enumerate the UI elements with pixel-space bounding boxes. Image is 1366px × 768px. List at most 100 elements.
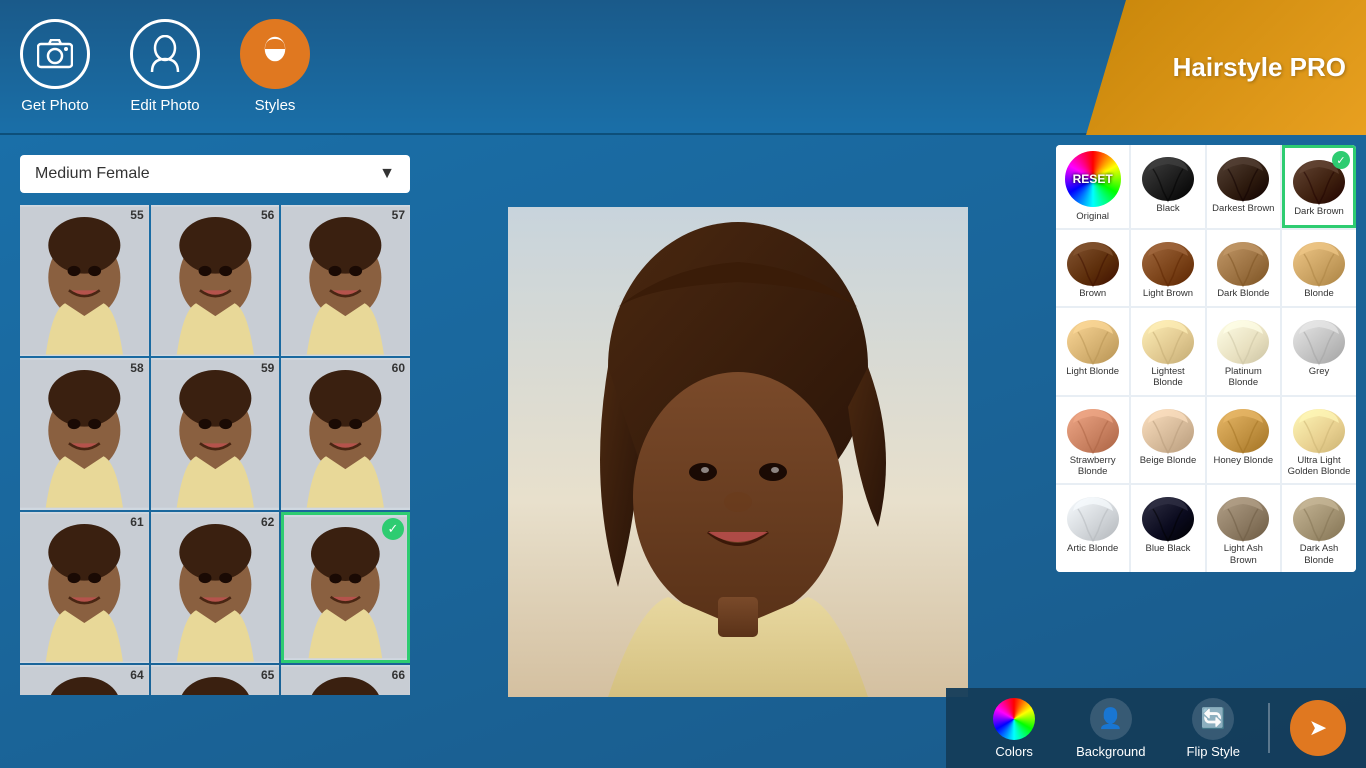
preview-box: [508, 207, 968, 697]
save-icon: ➤: [1309, 715, 1327, 741]
color-swatch-light-blonde[interactable]: Light Blonde: [1056, 308, 1129, 395]
nav-item-get-photo[interactable]: Get Photo: [20, 19, 90, 114]
style-item[interactable]: 65: [151, 665, 280, 695]
swatch-label: Dark Brown: [1294, 206, 1344, 217]
flip-style-button[interactable]: 🔄 Flip Style: [1169, 690, 1258, 767]
swatch-label: Honey Blonde: [1213, 455, 1273, 466]
color-swatch-artic-blonde[interactable]: Artic Blonde: [1056, 485, 1129, 572]
color-swatch-light-ash-brown[interactable]: Light Ash Brown: [1207, 485, 1280, 572]
nav-item-styles[interactable]: Styles: [240, 19, 310, 114]
hair-swatch-image: [1213, 151, 1273, 203]
header: Get Photo Edit Photo Styles Hairstyle PRO: [0, 0, 1366, 135]
color-swatch-dark-brown[interactable]: Dark Brown ✓: [1282, 145, 1356, 228]
hair-swatch-image: [1213, 314, 1273, 366]
style-number: 59: [261, 361, 274, 375]
reset-icon: RESET: [1065, 151, 1121, 207]
style-item[interactable]: 64: [20, 665, 149, 695]
edit-photo-icon: [130, 19, 200, 89]
swatch-label: Blue Black: [1146, 543, 1191, 554]
save-button[interactable]: ➤: [1290, 700, 1346, 756]
hair-swatch-image: [1213, 403, 1273, 455]
nav-item-edit-photo[interactable]: Edit Photo: [130, 19, 200, 114]
swatch-label: Grey: [1309, 366, 1330, 377]
main-content: Medium Female ▼ 55 56: [0, 135, 1366, 768]
swatch-label: Light Blonde: [1066, 366, 1119, 377]
background-label: Background: [1076, 744, 1145, 759]
hair-swatch-image: [1213, 491, 1273, 543]
get-photo-label: Get Photo: [21, 97, 89, 114]
hair-swatch-image: [1289, 314, 1349, 366]
style-item[interactable]: ✓: [281, 512, 410, 663]
style-number: 65: [261, 668, 274, 682]
center-panel: [430, 135, 1046, 768]
left-panel: Medium Female ▼ 55 56: [0, 135, 430, 768]
dropdown-label: Medium Female: [35, 165, 150, 183]
edit-photo-label: Edit Photo: [130, 97, 199, 114]
color-checkmark: ✓: [1332, 151, 1350, 169]
bottom-bar: Colors 👤 Background 🔄 Flip Style ➤: [946, 688, 1366, 768]
color-swatch-ultra-light-golden-blonde[interactable]: Ultra Light Golden Blonde: [1282, 397, 1356, 484]
color-swatch-strawberry-blonde[interactable]: Strawberry Blonde: [1056, 397, 1129, 484]
hair-swatch-image: [1138, 491, 1198, 543]
colors-button[interactable]: Colors: [975, 690, 1053, 767]
color-swatch-dark-blonde[interactable]: Dark Blonde: [1207, 230, 1280, 305]
swatch-label: Darkest Brown: [1212, 203, 1274, 214]
preview-image: [508, 207, 968, 697]
style-dropdown[interactable]: Medium Female ▼: [20, 155, 410, 193]
color-swatch-grey[interactable]: Grey: [1282, 308, 1356, 395]
color-swatch-blonde[interactable]: Blonde: [1282, 230, 1356, 305]
style-item[interactable]: 55: [20, 205, 149, 356]
hair-swatch-image: [1138, 314, 1198, 366]
color-swatch-light-brown[interactable]: Light Brown: [1131, 230, 1204, 305]
hair-swatch-image: [1289, 403, 1349, 455]
style-number: 60: [392, 361, 405, 375]
style-item[interactable]: 60: [281, 358, 410, 509]
logo-area: Hairstyle PRO: [1086, 0, 1366, 135]
swatch-label: Black: [1156, 203, 1179, 214]
swatch-label: Blonde: [1304, 288, 1334, 299]
swatch-label: Brown: [1079, 288, 1106, 299]
get-photo-icon: [20, 19, 90, 89]
color-swatch-honey-blonde[interactable]: Honey Blonde: [1207, 397, 1280, 484]
swatch-label: Platinum Blonde: [1211, 366, 1276, 389]
color-swatch-lightest-blonde[interactable]: Lightest Blonde: [1131, 308, 1204, 395]
color-swatch-brown[interactable]: Brown: [1056, 230, 1129, 305]
style-number: 62: [261, 515, 274, 529]
color-swatch-platinum-blonde[interactable]: Platinum Blonde: [1207, 308, 1280, 395]
color-swatch-dark-ash-blonde[interactable]: Dark Ash Blonde: [1282, 485, 1356, 572]
flip-style-icon: 🔄: [1192, 698, 1234, 740]
hair-swatch-image: [1289, 236, 1349, 288]
style-item[interactable]: 57: [281, 205, 410, 356]
hair-swatch-image: [1063, 314, 1123, 366]
style-item[interactable]: 58: [20, 358, 149, 509]
style-number: 66: [392, 668, 405, 682]
style-item[interactable]: 62: [151, 512, 280, 663]
colors-grid: RESET Original Black: [1056, 145, 1356, 572]
swatch-label: Dark Ash Blonde: [1286, 543, 1352, 566]
color-swatch-darkest-brown[interactable]: Darkest Brown: [1207, 145, 1280, 228]
background-icon: 👤: [1090, 698, 1132, 740]
style-item[interactable]: 56: [151, 205, 280, 356]
swatch-label: Light Ash Brown: [1211, 543, 1276, 566]
right-panel: RESET Original Black: [1046, 135, 1366, 768]
color-swatch-beige-blonde[interactable]: Beige Blonde: [1131, 397, 1204, 484]
header-nav: Get Photo Edit Photo Styles: [20, 19, 310, 114]
styles-label: Styles: [255, 97, 296, 114]
hair-swatch-image: [1063, 491, 1123, 543]
toolbar-divider: [1268, 703, 1270, 753]
style-item[interactable]: 61: [20, 512, 149, 663]
style-number: 55: [130, 208, 143, 222]
style-item[interactable]: 59: [151, 358, 280, 509]
hair-swatch-image: [1138, 151, 1198, 203]
color-swatch-black[interactable]: Black: [1131, 145, 1204, 228]
hair-swatch-image: [1063, 236, 1123, 288]
background-button[interactable]: 👤 Background: [1058, 690, 1163, 767]
swatch-label: Strawberry Blonde: [1060, 455, 1125, 478]
style-number: 61: [130, 515, 143, 529]
swatch-label: Original: [1076, 211, 1109, 222]
color-swatch-original[interactable]: RESET Original: [1056, 145, 1129, 228]
swatch-label: Beige Blonde: [1140, 455, 1197, 466]
style-item[interactable]: 66: [281, 665, 410, 695]
color-swatch-blue-black[interactable]: Blue Black: [1131, 485, 1204, 572]
styles-icon: [240, 19, 310, 89]
